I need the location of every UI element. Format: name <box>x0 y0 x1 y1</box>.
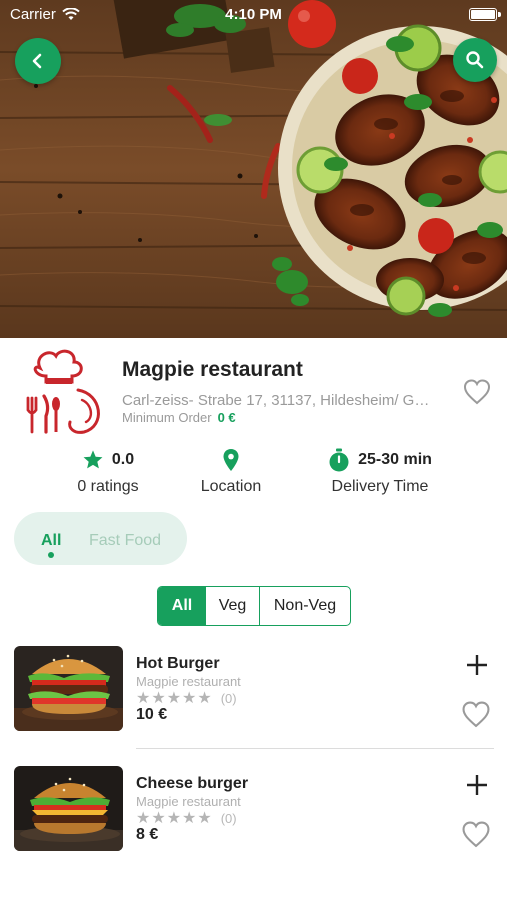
star-icon <box>83 450 103 469</box>
restaurant-logo <box>20 348 106 436</box>
active-tab-indicator <box>48 552 54 558</box>
burger-image <box>14 646 123 731</box>
delivery-time-label: Delivery Time <box>331 478 429 495</box>
category-tabs: All Fast Food <box>14 512 187 565</box>
item-restaurant: Magpie restaurant <box>136 674 241 689</box>
status-bar: Carrier 4:10 PM <box>0 0 507 30</box>
minimum-order-label: Minimum Order <box>122 410 212 425</box>
filter-all[interactable]: All <box>158 587 206 625</box>
item-rating: ★★★★★ (0) <box>136 688 237 708</box>
favorite-restaurant-button[interactable] <box>461 376 493 408</box>
hero-image: Carrier 4:10 PM <box>0 0 507 338</box>
cheese-burger-photo <box>14 766 123 851</box>
back-button[interactable] <box>15 38 61 84</box>
restaurant-name: Magpie restaurant <box>122 358 303 381</box>
menu-item[interactable]: Cheese burger Magpie restaurant ★★★★★ (0… <box>0 766 507 856</box>
rating-count: 0 ratings <box>77 478 139 495</box>
burger-image <box>14 766 123 851</box>
add-to-cart-button[interactable] <box>462 770 492 800</box>
tab-fast-food[interactable]: Fast Food <box>89 532 161 550</box>
item-name: Cheese burger <box>136 775 249 792</box>
plus-icon <box>467 775 487 795</box>
heart-outline-icon <box>462 701 490 727</box>
item-rating: ★★★★★ (0) <box>136 808 237 828</box>
search-icon <box>466 51 484 69</box>
filter-non-veg[interactable]: Non-Veg <box>260 587 350 625</box>
heart-outline-icon <box>462 821 490 847</box>
hot-burger-photo <box>14 646 123 731</box>
filter-veg[interactable]: Veg <box>206 587 260 625</box>
tab-all[interactable]: All <box>41 532 61 550</box>
item-name: Hot Burger <box>136 655 220 672</box>
search-button[interactable] <box>453 38 497 82</box>
delivery-time-value: 25-30 min <box>358 451 432 468</box>
chevron-left-icon <box>32 53 42 69</box>
item-divider <box>136 748 494 749</box>
plus-icon <box>467 655 487 675</box>
food-photo <box>0 0 507 338</box>
restaurant-address: Carl-zeiss- Strabe 17, 31137, Hildesheim… <box>122 392 434 409</box>
favorite-item-button[interactable] <box>460 818 492 850</box>
location-pin-icon <box>223 449 239 471</box>
diet-filter: All Veg Non-Veg <box>157 586 351 626</box>
rating-count: (0) <box>220 810 237 826</box>
battery-icon <box>469 8 501 21</box>
add-to-cart-button[interactable] <box>462 650 492 680</box>
rating-stat: 0.0 0 ratings <box>60 448 156 496</box>
rating-value: 0.0 <box>111 451 135 468</box>
minimum-order: Minimum Order 0 € <box>122 410 236 425</box>
item-restaurant: Magpie restaurant <box>136 794 241 809</box>
item-price: 10 € <box>136 706 168 723</box>
menu-item[interactable]: Hot Burger Magpie restaurant ★★★★★ (0) 1… <box>0 646 507 736</box>
location-stat[interactable]: Location <box>186 448 276 496</box>
rating-stars: ★★★★★ <box>136 690 213 707</box>
stopwatch-icon <box>329 448 349 472</box>
rating-count: (0) <box>220 690 237 706</box>
heart-outline-icon <box>463 379 491 405</box>
status-time: 4:10 PM <box>225 6 282 23</box>
item-price: 8 € <box>136 826 159 843</box>
minimum-order-value: 0 € <box>217 410 236 425</box>
restaurant-logo-icon <box>26 349 100 434</box>
location-label: Location <box>200 478 262 495</box>
delivery-time-stat: 25-30 min Delivery Time <box>318 448 442 496</box>
rating-stars: ★★★★★ <box>136 810 213 827</box>
favorite-item-button[interactable] <box>460 698 492 730</box>
